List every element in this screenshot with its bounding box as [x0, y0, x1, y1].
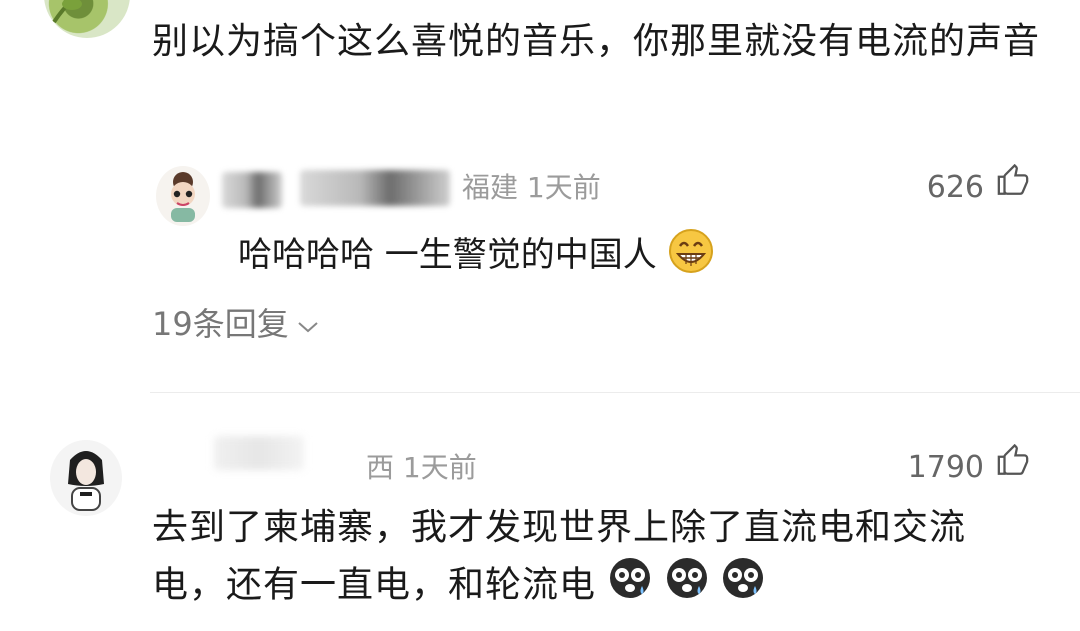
user-avatar[interactable] — [50, 440, 122, 516]
comment-line-2: 电，还有一直电，和轮流电 — [152, 556, 1042, 617]
comment-meta: 福建 1天前 — [462, 171, 601, 204]
comment-line-2-text: 电，还有一直电，和轮流电 — [152, 564, 597, 606]
dizzy-crying-face-icon — [608, 556, 652, 617]
dizzy-crying-face-icon — [721, 556, 765, 617]
reply-text: 哈哈哈哈 一生警觉的中国人 — [238, 228, 714, 285]
grinning-face-icon — [668, 228, 714, 285]
comment-meta: 西 1天前 — [366, 451, 477, 484]
thumbs-up-icon[interactable] — [996, 163, 1030, 202]
like-count: 626 — [926, 170, 984, 205]
blurred-username[interactable] — [300, 170, 450, 206]
user-avatar[interactable] — [156, 166, 210, 226]
comment-text: 去到了柬埔寨，我才发现世界上除了直流电和交流 电，还有一直电，和轮流电 — [152, 500, 1042, 617]
reply-text-body: 哈哈哈哈 一生警觉的中国人 — [238, 235, 657, 275]
user-avatar[interactable] — [44, 0, 130, 38]
divider — [150, 392, 1080, 393]
like-count: 1790 — [907, 450, 984, 485]
blurred-username[interactable] — [222, 172, 282, 208]
view-replies-label: 19条回复 — [152, 305, 289, 343]
comment-line-1: 去到了柬埔寨，我才发现世界上除了直流电和交流 — [152, 507, 967, 548]
blurred-username[interactable] — [214, 436, 304, 470]
thumbs-up-icon[interactable] — [996, 443, 1030, 482]
view-replies-link[interactable]: 19条回复 — [152, 304, 319, 344]
dizzy-crying-face-icon — [665, 556, 709, 617]
chevron-down-icon — [297, 304, 319, 344]
comment-text: 别以为搞个这么喜悦的音乐，你那里就没有电流的声音 — [152, 21, 1041, 62]
